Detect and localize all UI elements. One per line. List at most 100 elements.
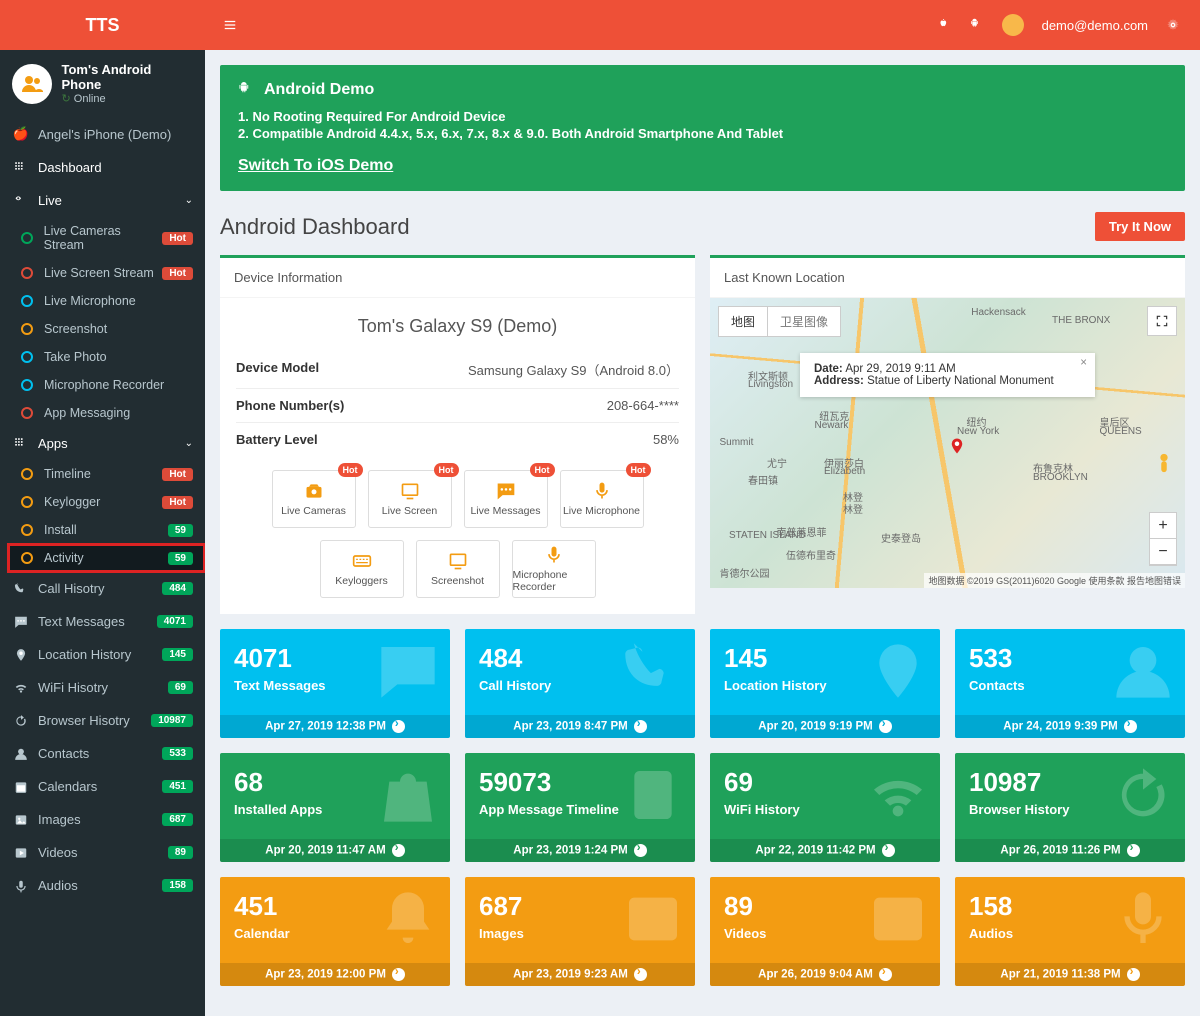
sidebar-item[interactable]: Screenshot bbox=[8, 315, 205, 343]
switch-demo-link[interactable]: Switch To iOS Demo bbox=[238, 157, 393, 175]
settings-icon[interactable] bbox=[1166, 18, 1180, 32]
stat-card-browser history[interactable]: 10987Browser HistoryApr 26, 2019 11:26 P… bbox=[955, 753, 1185, 862]
avatar[interactable] bbox=[1002, 14, 1024, 36]
sidebar-item-calendars[interactable]: Calendars451 bbox=[0, 770, 205, 803]
sidebar-demo-device[interactable]: 🍎Angel's iPhone (Demo) bbox=[0, 117, 205, 151]
stat-footer[interactable]: Apr 23, 2019 9:23 AM bbox=[465, 963, 695, 986]
sidebar-item-videos[interactable]: Videos89 bbox=[0, 836, 205, 869]
try-it-button[interactable]: Try It Now bbox=[1095, 212, 1185, 241]
keyboard-icon bbox=[352, 551, 372, 571]
map-label: 肯德尔公园 bbox=[720, 565, 770, 580]
stat-card-wifi history[interactable]: 69WiFi HistoryApr 22, 2019 11:42 PM bbox=[710, 753, 940, 862]
arrow-icon bbox=[392, 844, 405, 857]
audio-icon bbox=[12, 879, 30, 893]
apps-icon bbox=[12, 437, 30, 451]
screen-icon bbox=[400, 481, 420, 501]
stat-card-calendar[interactable]: 451CalendarApr 23, 2019 12:00 PM bbox=[220, 877, 450, 986]
stat-footer[interactable]: Apr 20, 2019 11:47 AM bbox=[220, 839, 450, 862]
badge: 10987 bbox=[151, 714, 193, 727]
stat-footer[interactable]: Apr 23, 2019 12:00 PM bbox=[220, 963, 450, 986]
sidebar-item-images[interactable]: Images687 bbox=[0, 803, 205, 836]
sidebar-item[interactable]: Live Microphone bbox=[8, 287, 205, 315]
banner: Android Demo 1. No Rooting Required For … bbox=[220, 65, 1185, 191]
live-button-screenshot[interactable]: Screenshot bbox=[416, 540, 500, 598]
sidebar-item[interactable]: App Messaging bbox=[8, 399, 205, 427]
stat-card-audios[interactable]: 158AudiosApr 21, 2019 11:38 PM bbox=[955, 877, 1185, 986]
map-type-tabs[interactable]: 地图卫星图像 bbox=[718, 306, 841, 337]
mic-icon bbox=[592, 481, 612, 501]
stat-footer[interactable]: Apr 21, 2019 11:38 PM bbox=[955, 963, 1185, 986]
pegman-icon[interactable] bbox=[1153, 448, 1175, 478]
fullscreen-button[interactable] bbox=[1147, 306, 1177, 336]
badge: Hot bbox=[162, 468, 193, 481]
live-button-live microphone[interactable]: HotLive Microphone bbox=[560, 470, 644, 528]
sidebar-item[interactable]: Live Cameras StreamHot bbox=[8, 217, 205, 259]
stat-card-location history[interactable]: 145Location HistoryApr 20, 2019 9:19 PM bbox=[710, 629, 940, 738]
live-button-live cameras[interactable]: HotLive Cameras bbox=[272, 470, 356, 528]
sidebar-item[interactable]: Activity59 bbox=[8, 544, 205, 572]
camera-icon bbox=[304, 481, 324, 501]
map-label: 史泰登岛 bbox=[881, 530, 921, 545]
sidebar-item-audios[interactable]: Audios158 bbox=[0, 869, 205, 902]
close-icon[interactable]: × bbox=[1080, 357, 1087, 369]
live-button-microphone recorder[interactable]: Microphone Recorder bbox=[512, 540, 596, 598]
map-label: 皇后区 bbox=[1100, 414, 1130, 429]
bars-icon bbox=[223, 18, 237, 32]
stat-footer[interactable]: Apr 26, 2019 9:04 AM bbox=[710, 963, 940, 986]
live-button-live screen[interactable]: HotLive Screen bbox=[368, 470, 452, 528]
sidebar-item-wifi hisotry[interactable]: WiFi Hisotry69 bbox=[0, 671, 205, 704]
sidebar-item-browser hisotry[interactable]: Browser Hisotry10987 bbox=[0, 704, 205, 737]
device-name: Tom's Android Phone bbox=[62, 62, 193, 92]
sidebar-item[interactable]: TimelineHot bbox=[8, 460, 205, 488]
sidebar-item[interactable]: Live Screen StreamHot bbox=[8, 259, 205, 287]
content: Android Demo 1. No Rooting Required For … bbox=[205, 65, 1200, 1001]
sidebar-item[interactable]: Take Photo bbox=[8, 343, 205, 371]
map[interactable]: HackensackTHE BRONXLivingstonNewarkNew Y… bbox=[710, 298, 1185, 588]
live-button-live messages[interactable]: HotLive Messages bbox=[464, 470, 548, 528]
apple-icon[interactable] bbox=[938, 18, 952, 32]
refresh-icon bbox=[1111, 763, 1175, 827]
sidebar-item[interactable]: KeyloggerHot bbox=[8, 488, 205, 516]
android-icon[interactable] bbox=[970, 18, 984, 32]
stat-footer[interactable]: Apr 24, 2019 9:39 PM bbox=[955, 715, 1185, 738]
stat-footer[interactable]: Apr 26, 2019 11:26 PM bbox=[955, 839, 1185, 862]
sidebar-live[interactable]: Live⌄ bbox=[0, 184, 205, 217]
sidebar-item-text messages[interactable]: Text Messages4071 bbox=[0, 605, 205, 638]
live-button-keyloggers[interactable]: Keyloggers bbox=[320, 540, 404, 598]
sidebar-apps[interactable]: Apps⌄ bbox=[0, 427, 205, 460]
map-label: 伍德布里奇 bbox=[786, 547, 836, 562]
sidebar-dashboard[interactable]: Dashboard bbox=[0, 151, 205, 184]
arrow-icon bbox=[392, 720, 405, 733]
map-label: 纽约 bbox=[967, 414, 987, 429]
sidebar-toggle[interactable] bbox=[205, 18, 255, 32]
stat-card-contacts[interactable]: 533ContactsApr 24, 2019 9:39 PM bbox=[955, 629, 1185, 738]
stat-footer[interactable]: Apr 23, 2019 8:47 PM bbox=[465, 715, 695, 738]
calendar-icon bbox=[12, 780, 30, 794]
badge: 484 bbox=[162, 582, 193, 595]
sidebar-item-call hisotry[interactable]: Call Hisotry484 bbox=[0, 572, 205, 605]
video-icon bbox=[12, 846, 30, 860]
arrow-icon bbox=[1124, 720, 1137, 733]
sidebar-item-location history[interactable]: Location History145 bbox=[0, 638, 205, 671]
badge: 59 bbox=[168, 552, 193, 565]
user-email[interactable]: demo@demo.com bbox=[1042, 18, 1148, 33]
stat-card-videos[interactable]: 89VideosApr 26, 2019 9:04 AM bbox=[710, 877, 940, 986]
stat-card-app message timeline[interactable]: 59073App Message TimelineApr 23, 2019 1:… bbox=[465, 753, 695, 862]
zoom-in-button[interactable]: + bbox=[1150, 513, 1176, 539]
stat-footer[interactable]: Apr 23, 2019 1:24 PM bbox=[465, 839, 695, 862]
zoom-out-button[interactable]: − bbox=[1150, 539, 1176, 565]
map-box: Last Known Location HackensackTHE BRONXL… bbox=[710, 255, 1185, 588]
stat-card-text messages[interactable]: 4071Text MessagesApr 27, 2019 12:38 PM bbox=[220, 629, 450, 738]
map-label: 伊丽莎白 bbox=[824, 455, 864, 470]
stat-footer[interactable]: Apr 27, 2019 12:38 PM bbox=[220, 715, 450, 738]
stat-card-images[interactable]: 687ImagesApr 23, 2019 9:23 AM bbox=[465, 877, 695, 986]
stat-footer[interactable]: Apr 22, 2019 11:42 PM bbox=[710, 839, 940, 862]
stat-card-call history[interactable]: 484Call HistoryApr 23, 2019 8:47 PM bbox=[465, 629, 695, 738]
sidebar-item-contacts[interactable]: Contacts533 bbox=[0, 737, 205, 770]
eye-icon bbox=[12, 195, 30, 207]
sidebar-item[interactable]: Microphone Recorder bbox=[8, 371, 205, 399]
wifi-icon bbox=[12, 681, 30, 695]
sidebar-item[interactable]: Install59 bbox=[8, 516, 205, 544]
stat-footer[interactable]: Apr 20, 2019 9:19 PM bbox=[710, 715, 940, 738]
stat-card-installed apps[interactable]: 68Installed AppsApr 20, 2019 11:47 AM bbox=[220, 753, 450, 862]
